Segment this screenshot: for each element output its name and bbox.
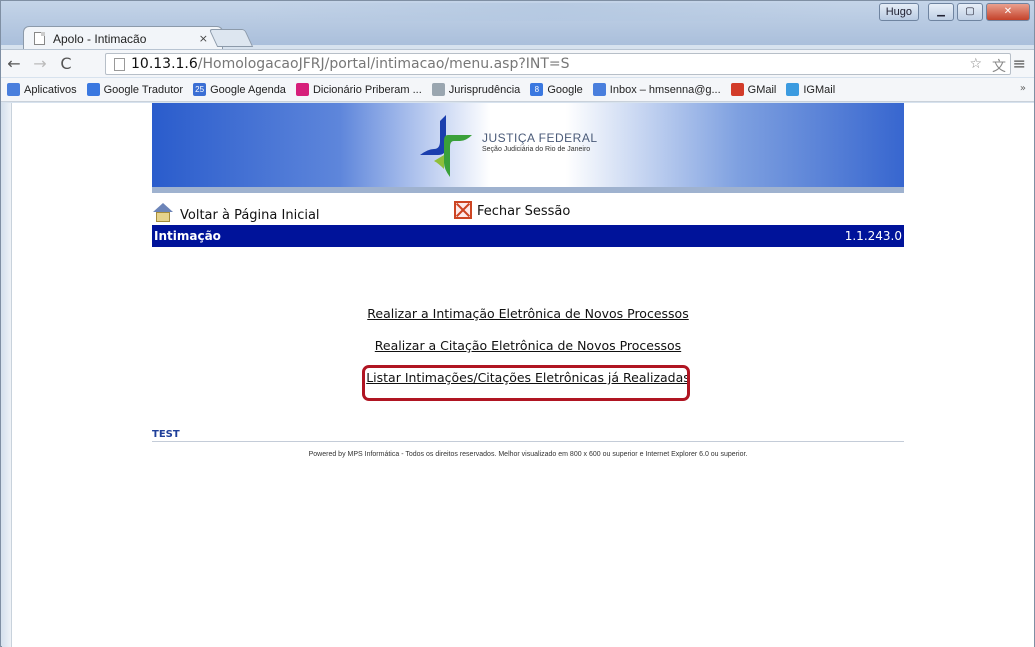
bookmark-label: Aplicativos: [24, 83, 77, 96]
bookmark-star-icon[interactable]: ☆: [969, 56, 982, 76]
forward-arrow-icon[interactable]: →: [27, 54, 53, 73]
translate-page-icon[interactable]: 文: [992, 56, 1006, 76]
close-window-icon[interactable]: ✕: [986, 3, 1030, 21]
bookmark-label: Dicionário Priberam ...: [312, 83, 422, 96]
footer-divider: [152, 441, 904, 442]
bookmark-item[interactable]: Aplicativos: [7, 83, 77, 96]
new-tab-button[interactable]: [208, 29, 254, 47]
highlight-box: [362, 365, 690, 401]
version-number: 1.1.243.0: [844, 229, 902, 243]
close-session-link[interactable]: Fechar Sessão: [454, 201, 570, 219]
minimize-icon[interactable]: ▁: [928, 3, 954, 21]
bookmark-item[interactable]: IGMail: [786, 83, 835, 96]
google-plus-icon: 8: [530, 83, 544, 96]
logo-text: JUSTIÇA FEDERAL Seção Judiciária do Rio …: [482, 131, 598, 153]
section-title: Intimação: [154, 229, 221, 243]
address-bar[interactable]: 10.13.1.6/HomologacaoJFRJ/portal/intimac…: [105, 53, 1011, 75]
browser-tab[interactable]: Apolo - Intimacão ×: [23, 26, 223, 50]
back-arrow-icon[interactable]: ←: [1, 54, 27, 73]
omnibox-actions: ☆ 文: [969, 56, 1006, 76]
inbox-icon: [592, 83, 606, 96]
window-controls: Hugo ▁ ▢ ✕: [878, 3, 1030, 21]
url-path: /HomologacaoJFRJ/portal/intimacao/menu.a…: [197, 56, 570, 72]
igmail-icon: [786, 83, 800, 96]
close-session-icon: [454, 201, 472, 219]
bookmark-label: Google Tradutor: [103, 83, 184, 96]
hamburger-menu-icon[interactable]: ≡: [1013, 54, 1026, 73]
environment-label: TEST: [152, 429, 180, 440]
bookmarks-bar: Aplicativos Google Tradutor 25 Google Agend…: [1, 78, 1034, 102]
bookmark-label: IGMail: [803, 83, 836, 96]
bookmark-label: Jurisprudência: [448, 83, 521, 96]
calendar-icon: 25: [193, 83, 207, 96]
page-info-icon[interactable]: [114, 57, 125, 71]
tab-close-icon[interactable]: ×: [199, 32, 208, 45]
bookmark-item[interactable]: 25 Google Agenda: [193, 83, 286, 96]
dictionary-icon: [295, 83, 309, 96]
bookmark-label: Google: [547, 83, 583, 96]
action-row: Voltar à Página Inicial Fechar Sessão: [152, 199, 904, 223]
jurisprudence-icon: [431, 83, 445, 96]
user-badge[interactable]: Hugo: [878, 3, 919, 21]
page-viewport: JUSTIÇA FEDERAL Seção Judiciária do Rio …: [2, 103, 1034, 647]
title-blur: [251, 3, 851, 21]
logo-title: JUSTIÇA FEDERAL: [482, 131, 598, 145]
title-bar: Apolo - Intimacão × Hugo ▁ ▢ ✕: [1, 1, 1034, 50]
banner-divider: [152, 187, 904, 193]
bookmark-item[interactable]: Google Tradutor: [86, 83, 184, 96]
footer-text: Powered by MPS Informática - Todos os di…: [308, 451, 748, 458]
maximize-icon[interactable]: ▢: [957, 3, 983, 21]
bookmark-item[interactable]: Inbox – hmsenna@g...: [592, 83, 721, 96]
bookmark-item[interactable]: Dicionário Priberam ...: [295, 83, 422, 96]
home-link[interactable]: Voltar à Página Inicial: [152, 203, 320, 223]
url-host: 10.13.1.6: [131, 56, 198, 72]
gmail-icon: [730, 83, 744, 96]
browser-toolbar: ← → C 10.13.1.6/HomologacaoJFRJ/portal/i…: [1, 49, 1034, 77]
bookmark-item[interactable]: 8 Google: [530, 83, 583, 96]
bookmark-item[interactable]: Jurisprudência: [431, 83, 521, 96]
page-content: JUSTIÇA FEDERAL Seção Judiciária do Rio …: [152, 103, 904, 465]
home-icon: [152, 203, 174, 223]
apps-grid-icon: [7, 83, 20, 96]
menu-link-intimacao[interactable]: Realizar a Intimação Eletrônica de Novos…: [152, 303, 904, 335]
header-banner: JUSTIÇA FEDERAL Seção Judiciária do Rio …: [152, 103, 904, 189]
page-icon: [34, 32, 45, 45]
tab-title: Apolo - Intimacão: [53, 31, 147, 46]
browser-window: Apolo - Intimacão × Hugo ▁ ▢ ✕ ← → C 10.…: [0, 0, 1035, 647]
logo-subtitle: Seção Judiciária do Rio de Janeiro: [482, 146, 591, 153]
bookmark-label: Google Agenda: [210, 83, 286, 96]
bookmark-item[interactable]: GMail: [730, 83, 777, 96]
menu-link-citacao[interactable]: Realizar a Citação Eletrônica de Novos P…: [152, 335, 904, 367]
close-session-label: Fechar Sessão: [477, 204, 571, 219]
bookmarks-overflow-icon[interactable]: »: [1020, 83, 1026, 94]
bookmark-label: GMail: [747, 83, 777, 96]
section-header: Intimação 1.1.243.0: [152, 225, 904, 247]
home-link-label: Voltar à Página Inicial: [180, 208, 320, 223]
translate-icon: [86, 83, 100, 96]
reload-icon[interactable]: C: [53, 54, 79, 73]
bookmark-label: Inbox – hmsenna@g...: [609, 83, 721, 96]
left-edge: [2, 103, 12, 647]
justica-federal-logo-icon: [420, 115, 472, 177]
